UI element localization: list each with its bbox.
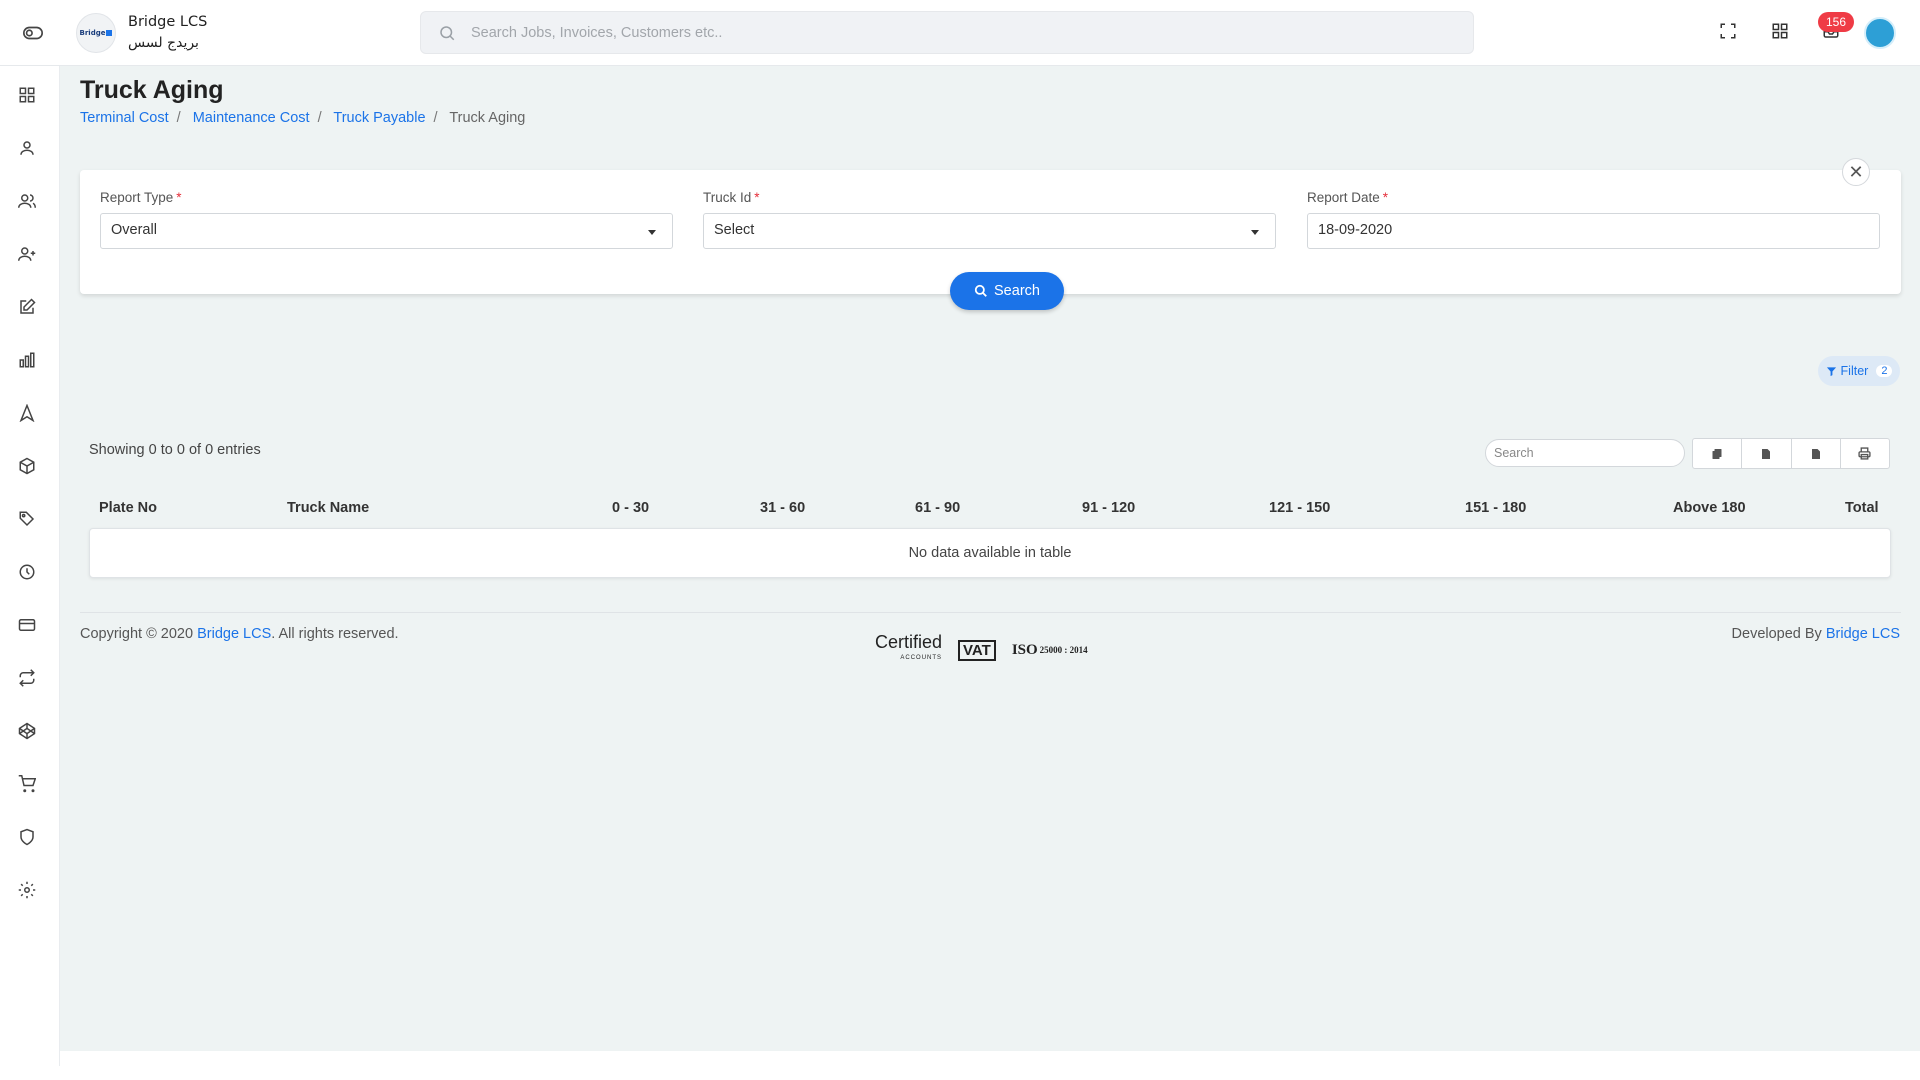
- caret-down-icon: [1251, 230, 1259, 235]
- shield-icon[interactable]: [18, 828, 40, 850]
- column-header[interactable]: 121 - 150: [1269, 500, 1330, 516]
- sidebar: [0, 66, 60, 1066]
- eye-toggle-icon[interactable]: [22, 22, 46, 44]
- report-type-label: Report Type *: [100, 190, 182, 205]
- table-info: Showing 0 to 0 of 0 entries: [89, 442, 261, 458]
- clock-icon[interactable]: [18, 563, 40, 585]
- brand-arabic-name: بريدج لسس: [128, 35, 199, 51]
- topbar: Bridge Bridge LCS بريدج لسس 156: [0, 0, 1920, 66]
- developed-by: Developed By Bridge LCS: [1731, 626, 1900, 642]
- brand[interactable]: Bridge Bridge LCS بريدج لسس: [76, 12, 207, 54]
- filter-icon: [1826, 366, 1836, 376]
- search-icon: [974, 284, 987, 297]
- caret-down-icon: [648, 230, 656, 235]
- copy-icon[interactable]: [1693, 439, 1743, 468]
- fullscreen-icon[interactable]: [1719, 22, 1741, 44]
- export-buttons: [1692, 438, 1890, 469]
- settings-icon[interactable]: [18, 881, 40, 903]
- breadcrumb-current: Truck Aging: [449, 110, 526, 126]
- certification-logos: Certified ACCOUNTS VAT ISO 25000 : 2014: [875, 632, 1088, 666]
- users-icon[interactable]: [18, 192, 40, 214]
- edit-icon[interactable]: [18, 298, 40, 320]
- csv-file-icon[interactable]: [1742, 439, 1792, 468]
- column-header[interactable]: 151 - 180: [1465, 500, 1526, 516]
- report-type-select[interactable]: Overall: [100, 213, 673, 249]
- vat-logo: VAT: [958, 639, 996, 661]
- user-icon[interactable]: [18, 139, 40, 161]
- dashboard-icon[interactable]: [18, 86, 40, 108]
- column-header[interactable]: 91 - 120: [1082, 500, 1135, 516]
- developer-link[interactable]: Bridge LCS: [1826, 626, 1900, 642]
- column-header[interactable]: 31 - 60: [760, 500, 805, 516]
- notification-badge: 156: [1818, 12, 1854, 32]
- brand-name: Bridge LCS: [128, 14, 208, 30]
- global-search-input[interactable]: [471, 22, 1371, 44]
- user-plus-icon[interactable]: [18, 245, 40, 267]
- global-search[interactable]: [420, 11, 1474, 54]
- excel-file-icon[interactable]: [1792, 439, 1841, 468]
- column-header[interactable]: Total: [1845, 500, 1879, 516]
- credit-card-icon[interactable]: [18, 616, 40, 638]
- breadcrumb-truck-payable[interactable]: Truck Payable: [333, 110, 425, 126]
- column-header[interactable]: Truck Name: [287, 500, 369, 516]
- codepen-icon[interactable]: [18, 722, 40, 744]
- report-date-input[interactable]: 18-09-2020: [1307, 213, 1880, 249]
- copyright: Copyright © 2020 Bridge LCS. All rights …: [80, 626, 399, 642]
- truck-id-select[interactable]: Select: [703, 213, 1276, 249]
- column-header[interactable]: 61 - 90: [915, 500, 960, 516]
- table-empty-row: No data available in table: [89, 528, 1891, 578]
- footer-divider: [80, 612, 1901, 613]
- brand-logo: Bridge: [76, 13, 116, 53]
- avatar[interactable]: [1864, 17, 1896, 49]
- truck-id-label: Truck Id *: [703, 190, 760, 205]
- navigation-icon[interactable]: [18, 403, 40, 426]
- search-button[interactable]: Search: [950, 272, 1064, 310]
- tag-icon[interactable]: [18, 510, 40, 532]
- table-search-input[interactable]: [1485, 439, 1685, 467]
- page-title: Truck Aging: [80, 76, 224, 104]
- column-header[interactable]: 0 - 30: [612, 500, 649, 516]
- search-icon: [440, 26, 455, 41]
- breadcrumb-maintenance-cost[interactable]: Maintenance Cost: [193, 110, 310, 126]
- main-content: Truck Aging Terminal Cost / Maintenance C…: [60, 66, 1920, 1051]
- breadcrumb-terminal-cost[interactable]: Terminal Cost: [80, 110, 169, 126]
- filter-count: 2: [1876, 365, 1893, 377]
- apps-grid-icon[interactable]: [1771, 22, 1793, 44]
- bar-chart-icon[interactable]: [18, 351, 40, 373]
- certified-accounts-logo: Certified ACCOUNTS: [875, 632, 943, 661]
- close-icon[interactable]: ✕: [1842, 158, 1870, 186]
- column-header[interactable]: Plate No: [99, 500, 157, 516]
- box-icon[interactable]: [18, 457, 40, 479]
- iso-logo: ISO 25000 : 2014: [1011, 641, 1088, 658]
- report-date-label: Report Date *: [1307, 190, 1389, 205]
- cart-icon[interactable]: [18, 775, 40, 797]
- copyright-link[interactable]: Bridge LCS: [197, 626, 271, 642]
- column-header[interactable]: Above 180: [1673, 500, 1746, 516]
- breadcrumb: Terminal Cost / Maintenance Cost / Truck P…: [80, 110, 526, 126]
- repeat-icon[interactable]: [18, 669, 40, 691]
- print-icon[interactable]: [1841, 439, 1889, 468]
- filter-button[interactable]: Filter 2: [1818, 356, 1900, 386]
